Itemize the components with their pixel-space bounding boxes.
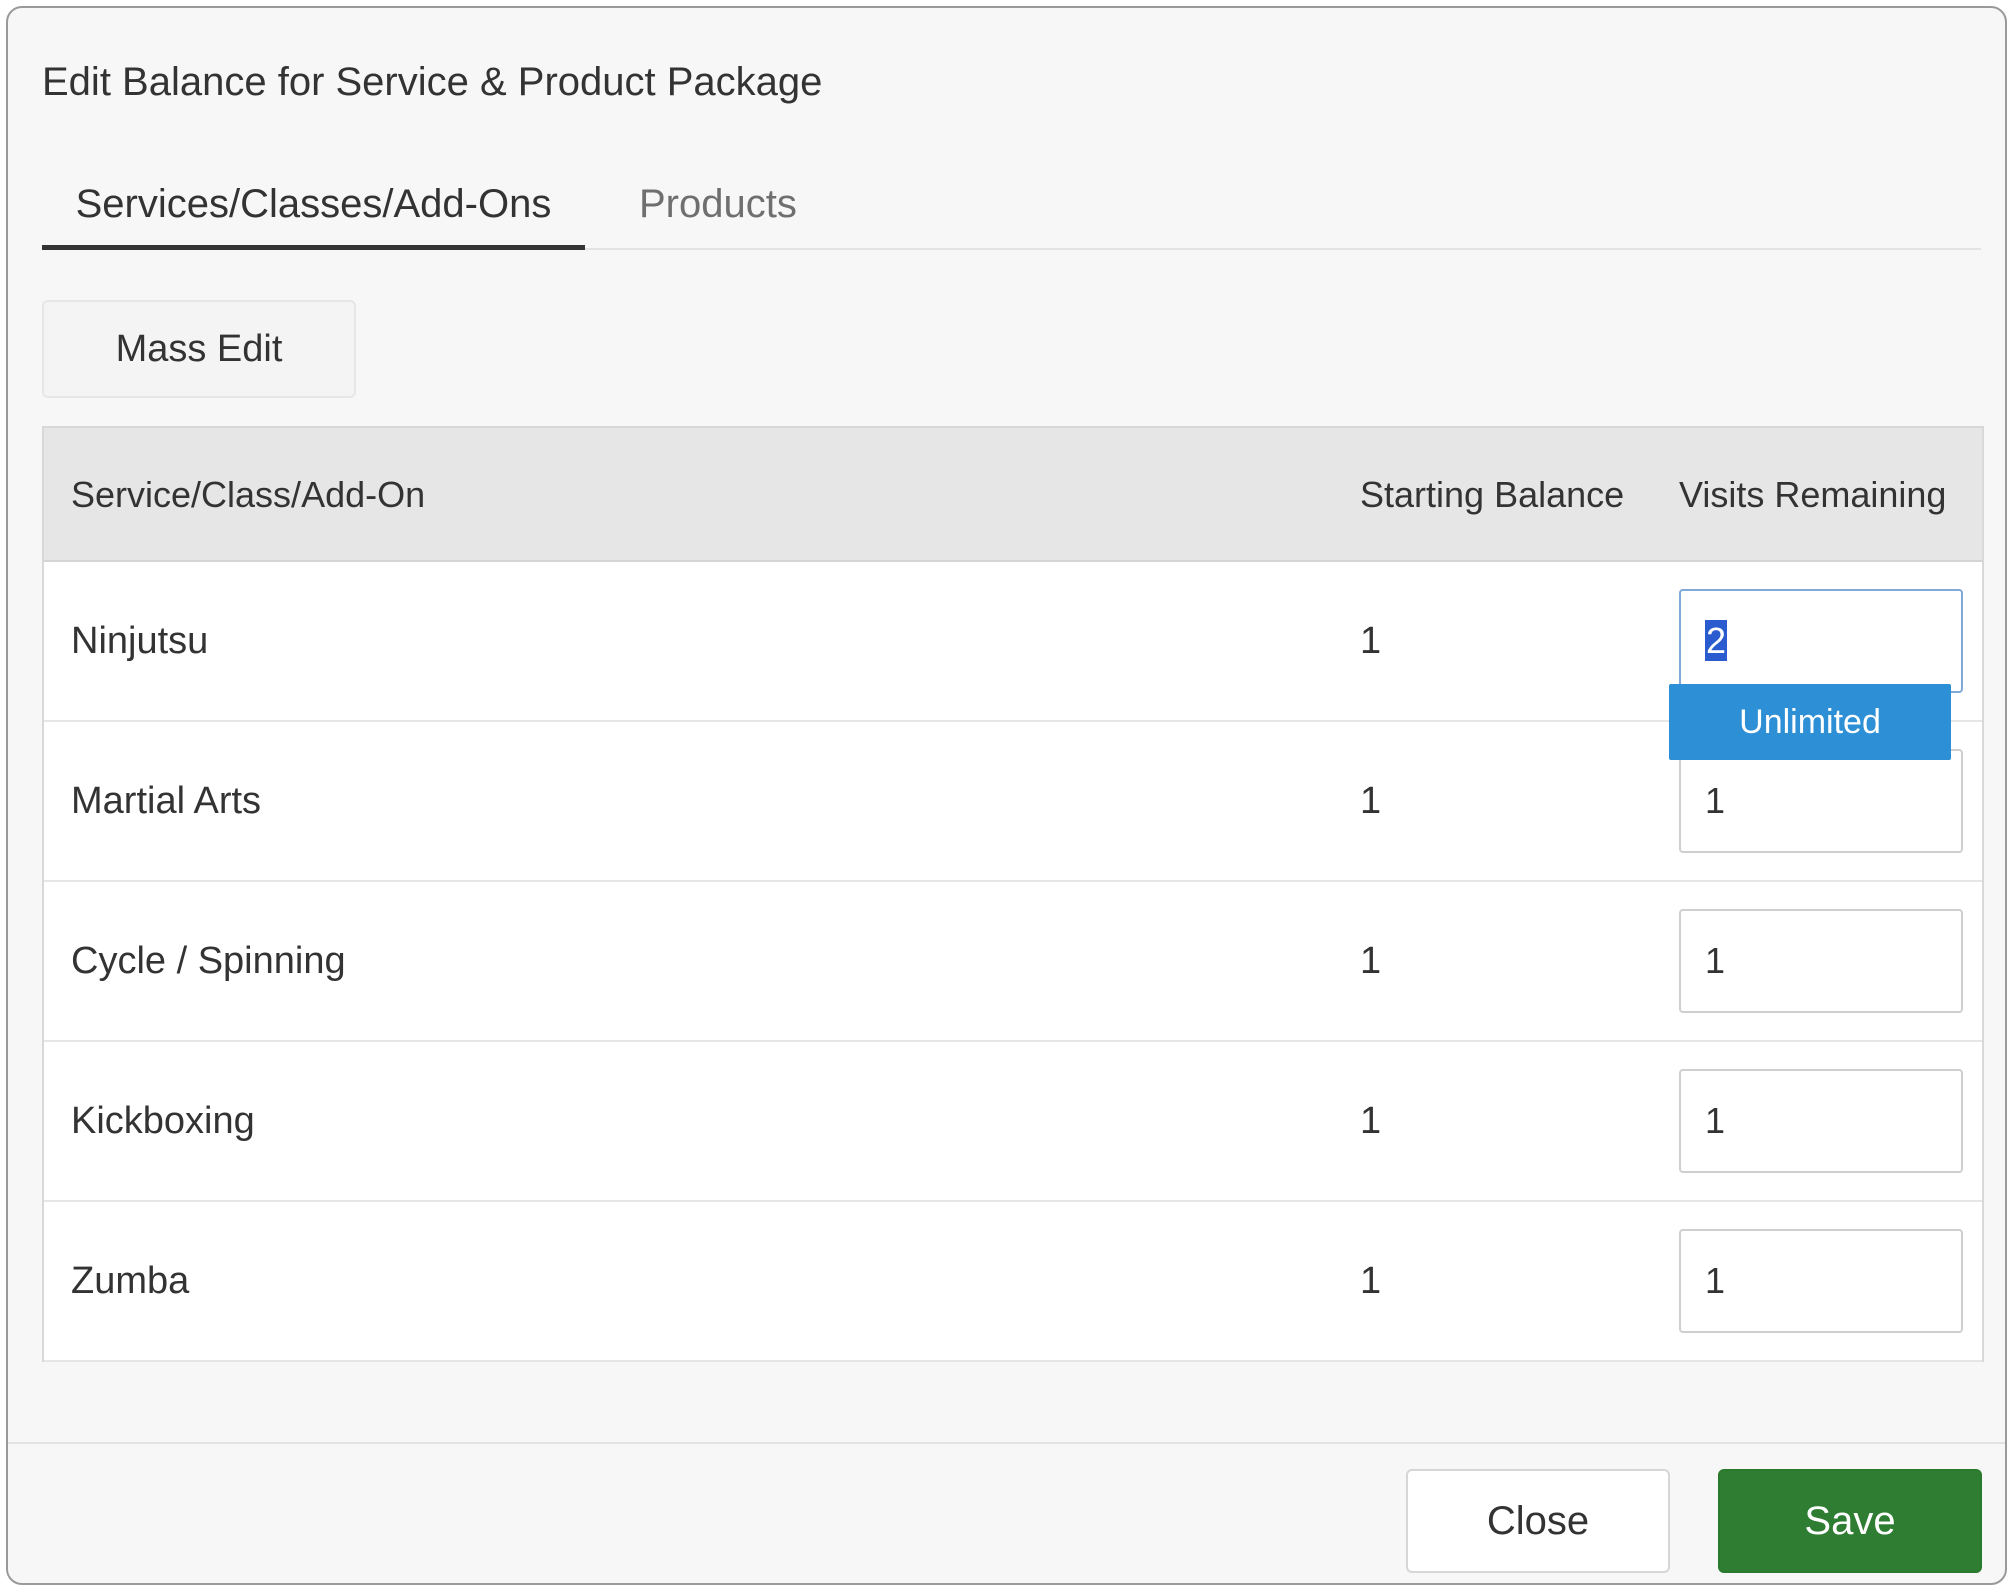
starting-balance-value: 1 xyxy=(1360,1100,1382,1142)
visits-remaining-input[interactable] xyxy=(1679,909,1963,1013)
service-name: Kickboxing xyxy=(71,1100,255,1142)
dialog-title: Edit Balance for Service & Product Packa… xyxy=(42,60,823,104)
tab-products[interactable]: Products xyxy=(639,174,797,250)
service-name: Zumba xyxy=(71,1260,190,1302)
table-row: Zumba 1 xyxy=(44,1202,1982,1362)
column-header-starting-balance: Starting Balance xyxy=(1360,474,1625,515)
service-name: Ninjutsu xyxy=(71,620,209,662)
selected-text: 2 xyxy=(1705,620,1728,661)
visits-remaining-input[interactable] xyxy=(1679,1229,1963,1333)
starting-balance-value: 1 xyxy=(1360,620,1382,662)
starting-balance-value: 1 xyxy=(1360,940,1382,982)
table-row: Kickboxing 1 xyxy=(44,1042,1982,1202)
edit-balance-dialog: Edit Balance for Service & Product Packa… xyxy=(6,6,2007,1585)
table-header: Service/Class/Add-On Starting Balance Vi… xyxy=(44,428,1982,562)
tab-bar: Services/Classes/Add-Ons Products xyxy=(42,174,1981,250)
service-name: Cycle / Spinning xyxy=(71,940,346,982)
column-header-service: Service/Class/Add-On xyxy=(71,474,426,515)
dropdown-option-unlimited[interactable]: Unlimited xyxy=(1669,684,1951,760)
column-header-visits-remaining: Visits Remaining xyxy=(1679,474,1947,515)
table-row: Cycle / Spinning 1 xyxy=(44,882,1982,1042)
close-button[interactable]: Close xyxy=(1406,1469,1670,1573)
visits-remaining-input[interactable]: 2 xyxy=(1679,589,1963,693)
mass-edit-button[interactable]: Mass Edit xyxy=(42,300,356,398)
visits-remaining-input[interactable] xyxy=(1679,1069,1963,1173)
starting-balance-value: 1 xyxy=(1360,780,1382,822)
visits-remaining-input[interactable] xyxy=(1679,749,1963,853)
starting-balance-value: 1 xyxy=(1360,1260,1382,1302)
balance-table: Service/Class/Add-On Starting Balance Vi… xyxy=(42,426,1984,1362)
save-button[interactable]: Save xyxy=(1718,1469,1982,1573)
footer-divider xyxy=(8,1442,2005,1444)
tab-services-classes-add-ons[interactable]: Services/Classes/Add-Ons xyxy=(42,174,585,250)
service-name: Martial Arts xyxy=(71,780,262,822)
